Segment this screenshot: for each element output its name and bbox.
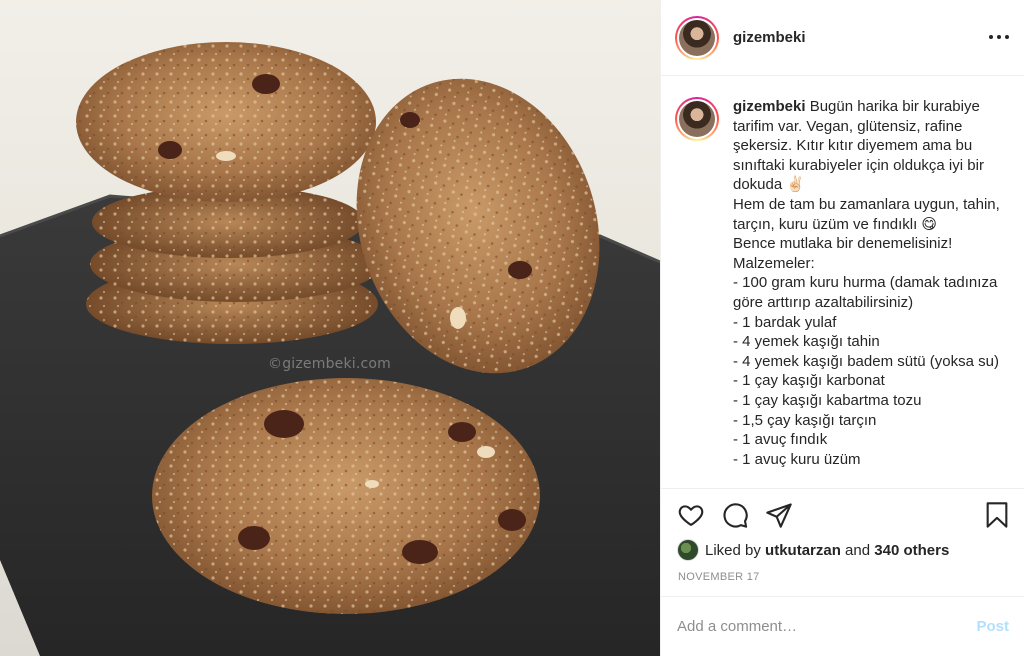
header-username-link[interactable]: gizembeki bbox=[733, 29, 806, 46]
liker-username-link[interactable]: utkutarzan bbox=[765, 542, 841, 559]
post-header: gizembeki bbox=[661, 0, 1024, 76]
cookies-image bbox=[0, 42, 660, 656]
caption-section: gizembeki Bugün harika bir kurabiye tari… bbox=[661, 77, 1024, 487]
comment-input[interactable] bbox=[677, 618, 977, 635]
profile-picture bbox=[679, 19, 715, 56]
header-avatar[interactable] bbox=[675, 15, 719, 60]
photo-watermark: ©gizembeki.com bbox=[268, 356, 392, 372]
post-photo[interactable]: ©gizembeki.com bbox=[0, 0, 660, 656]
share-icon[interactable] bbox=[765, 501, 795, 531]
post-comment-button[interactable]: Post bbox=[976, 618, 1009, 635]
others-likes-link[interactable]: 340 others bbox=[874, 542, 949, 559]
post-details-panel: gizembeki gizembeki Bugün harika bir kur… bbox=[660, 0, 1024, 656]
comment-form: Post bbox=[661, 596, 1024, 656]
more-options-icon[interactable] bbox=[989, 29, 1009, 45]
post-date[interactable]: NOVEMBER 17 bbox=[678, 571, 760, 583]
likes-prefix: Liked by bbox=[705, 541, 766, 559]
bookmark-icon[interactable] bbox=[983, 501, 1013, 531]
likes-summary: Liked by utkutarzan and 340 others bbox=[677, 539, 949, 561]
liker-avatar[interactable] bbox=[677, 539, 699, 561]
likes-text: Liked by utkutarzan and 340 others bbox=[705, 542, 949, 559]
caption-text: gizembeki Bugün harika bir kurabiye tari… bbox=[733, 97, 1009, 487]
caption-body: Bugün harika bir kurabiye tarifim var. V… bbox=[733, 98, 1000, 468]
comment-icon[interactable] bbox=[721, 501, 751, 531]
post-actions: Liked by utkutarzan and 340 others NOVEM… bbox=[661, 488, 1024, 608]
caption-avatar[interactable] bbox=[675, 97, 719, 141]
caption-username-link[interactable]: gizembeki bbox=[733, 98, 806, 115]
profile-picture bbox=[679, 101, 715, 137]
heart-icon[interactable] bbox=[677, 501, 707, 531]
likes-middle: and bbox=[840, 541, 875, 559]
